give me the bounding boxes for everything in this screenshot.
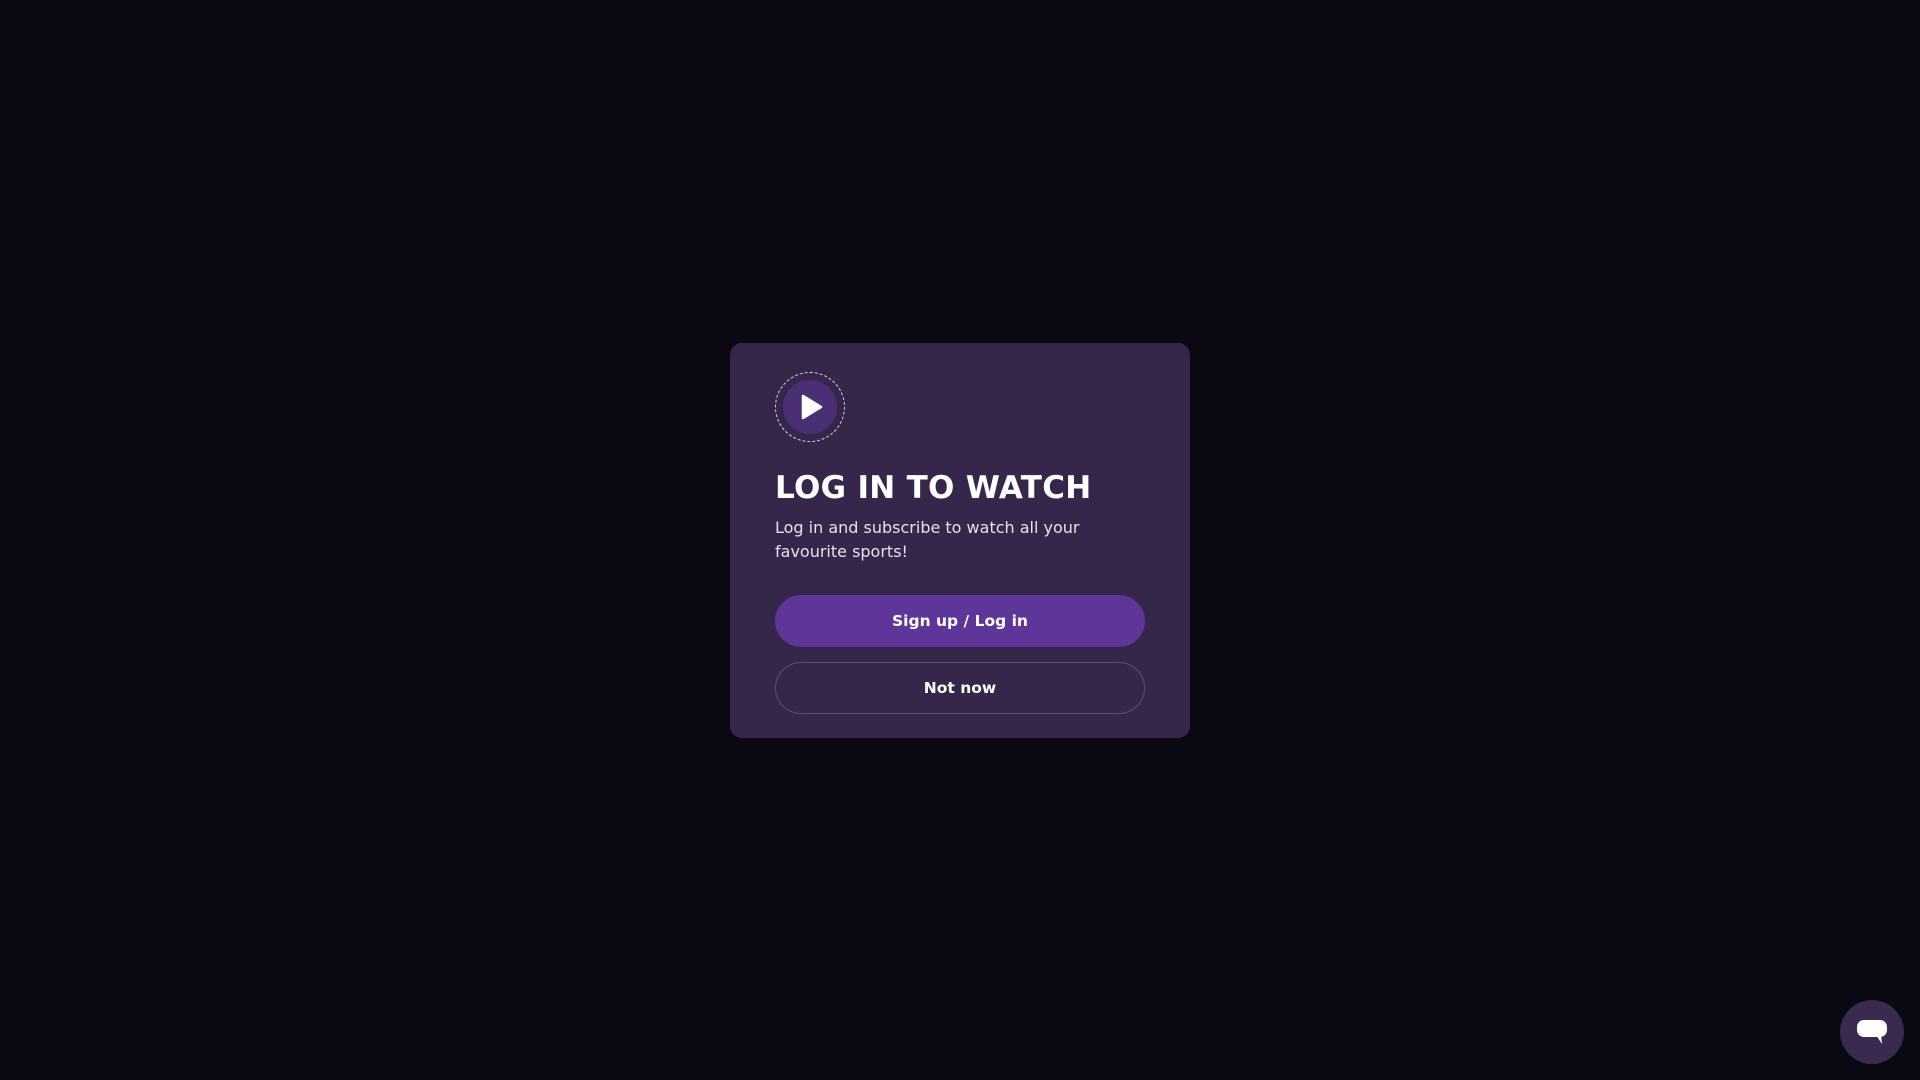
login-modal: LOG IN TO WATCH Log in and subscribe to … (730, 343, 1190, 738)
play-badge (775, 372, 845, 442)
not-now-button[interactable]: Not now (775, 662, 1145, 714)
play-icon (801, 394, 823, 420)
chat-bubble-icon (1857, 1020, 1887, 1044)
sign-up-log-in-button[interactable]: Sign up / Log in (775, 595, 1145, 647)
chat-button[interactable] (1840, 1000, 1904, 1064)
not-now-label: Not now (923, 679, 997, 697)
sign-up-log-in-label: Sign up / Log in (892, 612, 1028, 630)
modal-subtitle: Log in and subscribe to watch all your f… (775, 518, 1080, 561)
modal-title: LOG IN TO WATCH (775, 470, 1092, 506)
